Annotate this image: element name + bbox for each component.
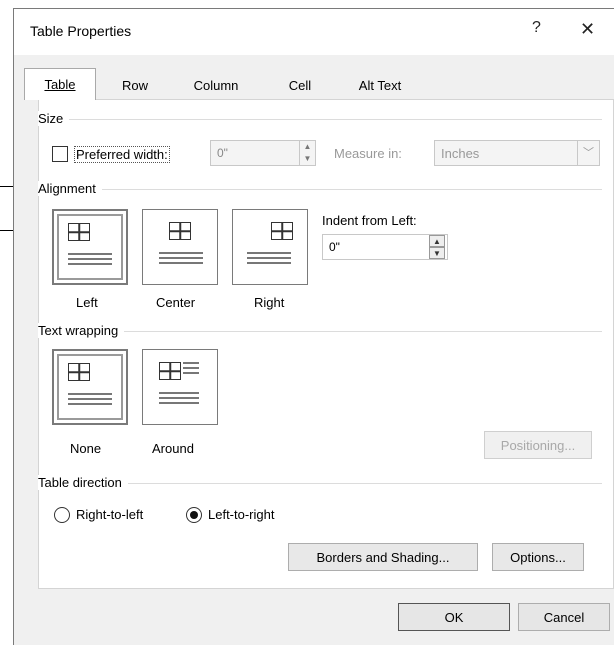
- align-left-icon: [68, 223, 90, 241]
- table-properties-dialog: Table Properties ? ✕ Table Row Column Ce…: [13, 8, 614, 645]
- align-center-label: Center: [156, 295, 196, 310]
- spin-down-icon[interactable]: ▼: [299, 153, 315, 165]
- tab-label: Alt Text: [358, 77, 402, 93]
- tab-table[interactable]: Table: [24, 68, 96, 100]
- spin-up-icon[interactable]: ▲: [299, 141, 315, 153]
- alignment-group-label: Alignment: [38, 181, 102, 196]
- dialog-title: Table Properties: [30, 23, 132, 39]
- measure-in-select[interactable]: Inches ﹀: [434, 140, 600, 166]
- left-to-right-label: Left-to-right: [208, 507, 275, 522]
- document-line: [0, 230, 13, 231]
- align-right-label: Right: [254, 295, 285, 310]
- text-lines: [68, 253, 112, 255]
- text-lines: [68, 393, 112, 395]
- title-bar: Table Properties ? ✕: [14, 9, 614, 55]
- preferred-width-label: Preferred width:: [74, 146, 170, 163]
- tab-row[interactable]: Row: [106, 71, 164, 99]
- wrap-none-option[interactable]: [52, 349, 128, 425]
- align-center-option[interactable]: [142, 209, 218, 285]
- align-right-option[interactable]: [232, 209, 308, 285]
- text-lines: [183, 362, 199, 364]
- measure-in-label: Measure in:: [334, 146, 402, 161]
- cancel-button[interactable]: Cancel: [518, 603, 610, 631]
- tab-label: Cell: [288, 77, 312, 93]
- right-to-left-label: Right-to-left: [76, 507, 144, 522]
- spin-down-icon[interactable]: ▼: [429, 247, 445, 259]
- document-line: [0, 186, 13, 187]
- ok-button[interactable]: OK: [398, 603, 510, 631]
- group-divider: [42, 119, 602, 120]
- indent-from-left-label: Indent from Left:: [322, 213, 417, 228]
- text-lines: [159, 252, 203, 254]
- dropdown-arrow-icon[interactable]: ﹀: [577, 140, 599, 166]
- preferred-width-input[interactable]: 0" ▲ ▼: [210, 140, 316, 166]
- text-lines: [247, 252, 291, 254]
- borders-and-shading-label: Borders and Shading...: [316, 549, 450, 565]
- preferred-width-checkbox[interactable]: [52, 146, 68, 162]
- wrap-around-icon: [159, 362, 181, 380]
- spin-up-icon[interactable]: ▲: [429, 235, 445, 247]
- align-center-icon: [169, 222, 191, 240]
- cancel-label: Cancel: [543, 609, 585, 625]
- tab-column[interactable]: Column: [174, 71, 258, 99]
- tab-cell[interactable]: Cell: [268, 71, 332, 99]
- help-icon[interactable]: ?: [532, 19, 541, 37]
- wrap-none-label: None: [70, 441, 102, 456]
- positioning-button[interactable]: Positioning...: [484, 431, 592, 459]
- wrap-none-icon: [68, 363, 90, 381]
- tab-label: Table: [44, 77, 76, 92]
- group-divider: [42, 189, 602, 190]
- wrap-around-option[interactable]: [142, 349, 218, 425]
- indent-from-left-input[interactable]: 0" ▲ ▼: [322, 234, 448, 260]
- tab-label: Column: [193, 77, 239, 93]
- ok-label: OK: [444, 609, 464, 625]
- indent-from-left-value: 0": [329, 240, 340, 254]
- options-button[interactable]: Options...: [492, 543, 584, 571]
- preferred-width-value: 0": [217, 146, 228, 160]
- align-left-label: Left: [76, 295, 98, 310]
- measure-in-value: Inches: [441, 146, 480, 161]
- borders-and-shading-button[interactable]: Borders and Shading...: [288, 543, 478, 571]
- right-to-left-radio[interactable]: [54, 507, 70, 523]
- wrap-around-label: Around: [152, 441, 194, 456]
- align-right-icon: [271, 222, 293, 240]
- text-wrapping-group-label: Text wrapping: [38, 323, 125, 338]
- size-group-label: Size: [38, 111, 70, 126]
- group-divider: [42, 331, 602, 332]
- positioning-label: Positioning...: [500, 437, 576, 453]
- left-to-right-radio[interactable]: [186, 507, 202, 523]
- text-lines: [159, 392, 199, 394]
- align-left-option[interactable]: [52, 209, 128, 285]
- tab-alt-text[interactable]: Alt Text: [340, 71, 420, 99]
- options-label: Options...: [510, 549, 566, 565]
- close-icon[interactable]: ✕: [580, 19, 595, 40]
- table-direction-group-label: Table direction: [38, 475, 128, 490]
- tab-label: Row: [121, 77, 148, 93]
